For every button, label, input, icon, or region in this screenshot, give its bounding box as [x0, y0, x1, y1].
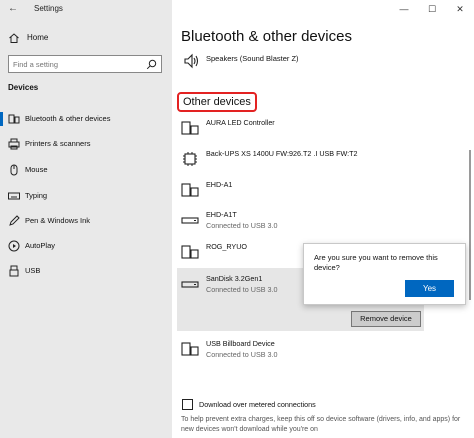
yes-button[interactable]: Yes	[405, 280, 454, 297]
sidebar-item-usb[interactable]: USB	[0, 260, 172, 282]
sidebar-item-pen[interactable]: Pen & Windows Ink	[0, 210, 172, 232]
main-content: — ☐ ✕ Bluetooth & other devices Speakers…	[172, 0, 474, 438]
other-devices-label: Other devices	[183, 96, 251, 108]
section-label: Devices	[8, 83, 39, 92]
page-title: Bluetooth & other devices	[181, 28, 352, 45]
drive-icon	[181, 281, 199, 288]
sidebar-item-typing[interactable]: Typing	[0, 185, 172, 207]
keyboard-device-icon	[181, 121, 199, 135]
search-input[interactable]	[13, 59, 139, 70]
autoplay-icon	[8, 240, 20, 252]
sidebar: ← Settings Home Devices Bluetooth & othe…	[0, 0, 172, 438]
keyboard-device-icon	[181, 183, 199, 197]
device-item[interactable]: AURA LED Controller	[177, 116, 467, 144]
device-status: Connected to USB 3.0	[206, 221, 278, 230]
sidebar-item-autoplay[interactable]: AutoPlay	[0, 235, 172, 257]
sidebar-item-label: USB	[25, 266, 41, 275]
device-name: ROG_RYUO	[206, 242, 248, 251]
metered-checkbox[interactable]	[182, 399, 193, 410]
metered-label: Download over metered connections	[199, 400, 316, 409]
device-name: Speakers (Sound Blaster Z)	[206, 54, 299, 63]
window-controls: — ☐ ✕	[384, 0, 474, 18]
popup-message: Are you sure you want to remove this dev…	[314, 253, 438, 272]
home-label: Home	[27, 33, 49, 42]
speaker-device[interactable]: Speakers (Sound Blaster Z)	[181, 52, 461, 70]
search-box[interactable]	[8, 55, 162, 73]
chip-icon	[183, 152, 197, 166]
title-bar: ← Settings	[0, 0, 172, 18]
close-button[interactable]: ✕	[454, 3, 466, 15]
metered-option: Download over metered connections	[181, 399, 461, 413]
sidebar-item-printers[interactable]: Printers & scanners	[0, 133, 172, 155]
remove-confirm-popup: Are you sure you want to remove this dev…	[303, 243, 466, 305]
sidebar-item-label: Printers & scanners	[25, 139, 91, 148]
device-name: AURA LED Controller	[206, 118, 275, 127]
sidebar-item-label: Typing	[25, 191, 48, 200]
sidebar-item-label: Bluetooth & other devices	[25, 114, 111, 123]
search-icon[interactable]	[146, 59, 157, 70]
printer-icon	[8, 138, 20, 150]
device-name: USB Billboard Device	[206, 339, 275, 348]
maximize-button[interactable]: ☐	[426, 3, 438, 15]
drive-icon	[181, 217, 199, 224]
device-item[interactable]: EHD-A1	[177, 178, 467, 206]
sidebar-item-label: Mouse	[25, 165, 48, 174]
sidebar-item-mouse[interactable]: Mouse	[0, 159, 172, 181]
remove-device-button[interactable]: Remove device	[351, 311, 421, 327]
sidebar-item-label: Pen & Windows Ink	[25, 216, 91, 225]
pen-icon	[9, 215, 20, 226]
minimize-button[interactable]: —	[398, 3, 410, 15]
scrollbar[interactable]	[469, 150, 471, 300]
keyboard-icon	[8, 192, 20, 200]
device-status: Connected to USB 3.0	[206, 285, 278, 294]
app-title: Settings	[34, 4, 63, 13]
device-name: EHD-A1	[206, 180, 233, 189]
sidebar-item-bluetooth[interactable]: Bluetooth & other devices	[0, 108, 172, 130]
home-icon	[9, 33, 19, 43]
device-item[interactable]: EHD-A1T Connected to USB 3.0	[177, 208, 467, 236]
mouse-icon	[10, 164, 18, 176]
device-item[interactable]: Back-UPS XS 1400U FW:926.T2 .I USB FW:T2	[177, 147, 467, 175]
device-name: EHD-A1T	[206, 210, 237, 219]
keyboard-device-icon	[181, 342, 199, 356]
device-status: Connected to USB 3.0	[206, 350, 278, 359]
usb-icon	[9, 265, 19, 277]
back-button[interactable]: ←	[8, 2, 22, 16]
home-nav[interactable]: Home	[0, 28, 172, 48]
help-text: To help prevent extra charges, keep this…	[181, 416, 461, 433]
bluetooth-devices-icon	[8, 114, 20, 124]
device-name: SanDisk 3.2Gen1	[206, 274, 263, 283]
device-item[interactable]: USB Billboard Device Connected to USB 3.…	[177, 337, 467, 365]
sidebar-item-label: AutoPlay	[25, 241, 56, 250]
other-devices-header: Other devices	[177, 92, 257, 112]
speaker-icon	[184, 53, 199, 69]
keyboard-device-icon	[181, 245, 199, 259]
device-name: Back-UPS XS 1400U FW:926.T2 .I USB FW:T2	[206, 149, 358, 158]
